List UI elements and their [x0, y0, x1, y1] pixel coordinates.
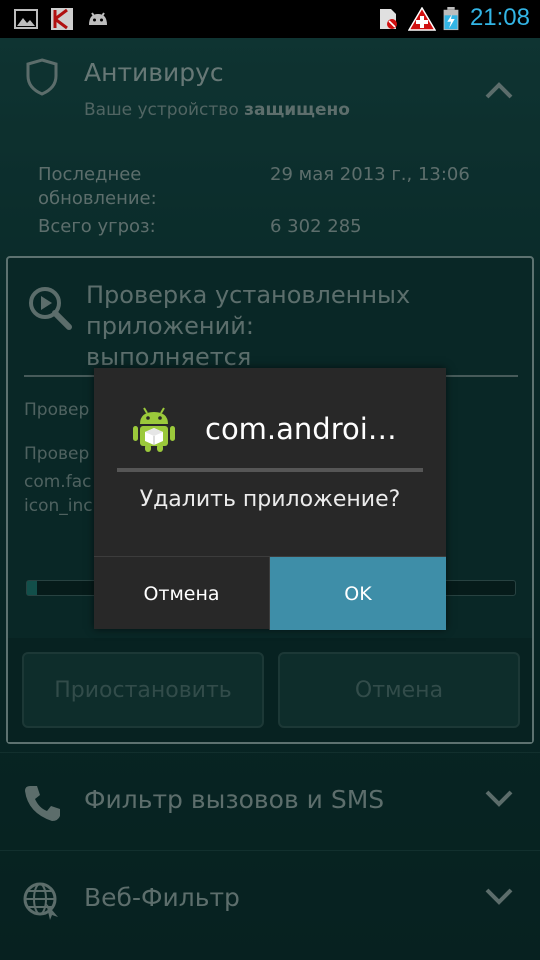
dialog-divider	[117, 468, 423, 472]
swiss-flag-icon	[408, 7, 436, 31]
dialog-title: com.androi…	[205, 412, 397, 446]
status-bar: 21:08	[0, 0, 540, 38]
kaspersky-icon	[51, 8, 73, 30]
android-debug-icon	[89, 12, 107, 25]
uninstall-dialog: com.androi… Удалить приложение? Отмена O…	[94, 368, 446, 630]
battery-charging-icon	[443, 7, 459, 31]
dialog-cancel-button[interactable]: Отмена	[94, 557, 270, 630]
image-icon	[14, 9, 38, 29]
android-package-icon	[133, 407, 175, 452]
clock: 21:08	[469, 4, 530, 31]
dialog-button-bar: Отмена OK	[94, 556, 446, 630]
dialog-message: Удалить приложение?	[139, 487, 401, 512]
sd-card-icon	[380, 9, 397, 29]
dialog-ok-button[interactable]: OK	[270, 557, 446, 630]
